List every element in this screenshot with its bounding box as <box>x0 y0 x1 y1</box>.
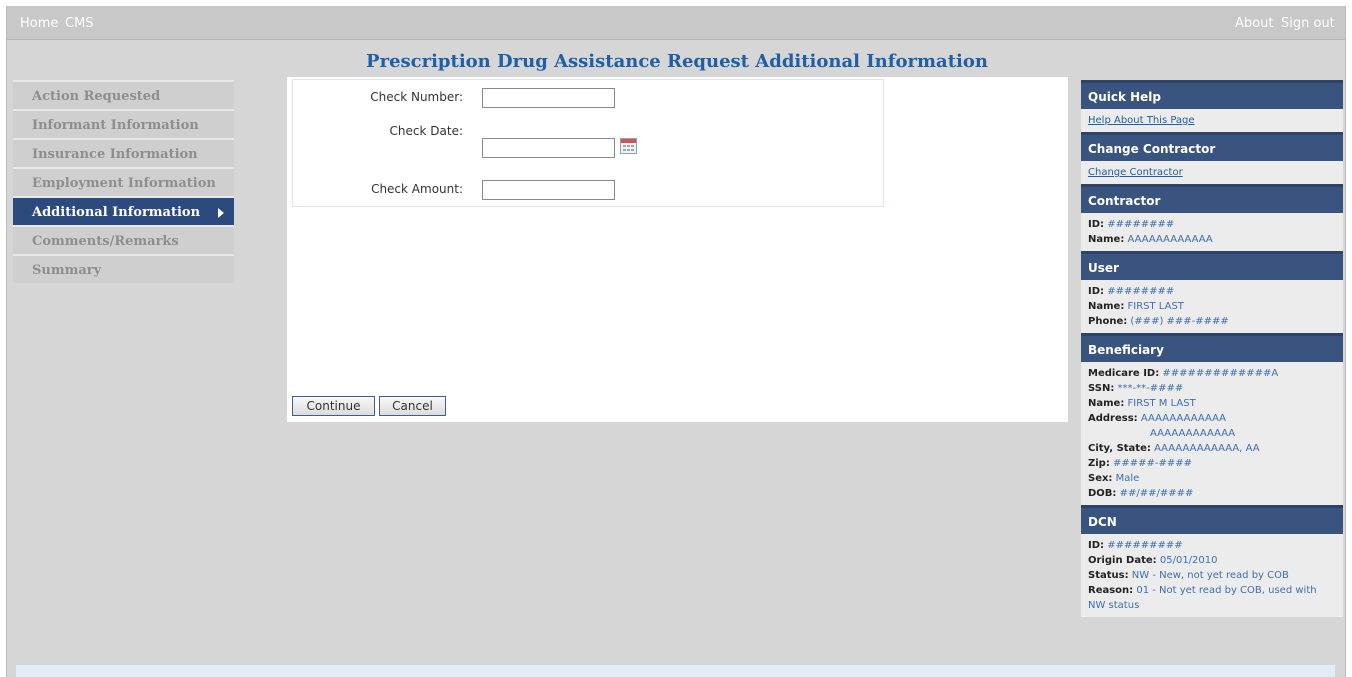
continue-button[interactable]: Continue <box>292 396 375 416</box>
user-id-label: ID: <box>1088 286 1105 297</box>
sidebar-item-summary[interactable]: Summary <box>13 254 234 283</box>
quick-help-header: Quick Help <box>1081 80 1343 109</box>
dcn-id-label: ID: <box>1088 540 1105 551</box>
check-amount-input[interactable] <box>482 180 615 200</box>
address-line1: AAAAAAAAAAAA <box>1140 413 1227 424</box>
sidebar-item-employment-information[interactable]: Employment Information <box>13 167 234 196</box>
user-body: ID: ######## Name: FIRST LAST Phone: (##… <box>1081 280 1343 333</box>
city-state-label: City, State: <box>1088 443 1151 454</box>
sidebar-item-label: Comments/Remarks <box>32 234 179 249</box>
contractor-name-label: Name: <box>1088 234 1125 245</box>
zip: #####-#### <box>1113 458 1193 469</box>
contractor-header: Contractor <box>1081 184 1343 213</box>
quick-help-body: Help About This Page <box>1081 109 1343 132</box>
sidebar-item-label: Action Requested <box>32 89 161 104</box>
address-line2: AAAAAAAAAAAA <box>1150 428 1236 439</box>
sidebar-item-additional-information[interactable]: Additional Information <box>13 196 234 225</box>
medicare-id-label: Medicare ID: <box>1088 368 1160 379</box>
user-header: User <box>1081 251 1343 280</box>
contractor-id-label: ID: <box>1088 219 1105 230</box>
home-link[interactable]: Home <box>20 16 58 31</box>
calendar-icon[interactable] <box>620 138 637 154</box>
additional-info-form: Check Number: Check Date: Check Amount: <box>292 79 884 207</box>
contractor-body: ID: ######## Name: AAAAAAAAAAAA <box>1081 213 1343 251</box>
status-label: Status: <box>1088 570 1129 581</box>
sidebar-nav: Action Requested Informant Information I… <box>13 80 234 283</box>
check-amount-label: Check Amount: <box>371 182 463 196</box>
top-nav-bar: Home CMS About Sign out <box>7 6 1345 40</box>
check-number-label: Check Number: <box>370 90 463 104</box>
dob: ##/##/#### <box>1119 488 1194 499</box>
reason-label: Reason: <box>1088 585 1134 596</box>
dcn-body: ID: ######### Origin Date: 05/01/2010 St… <box>1081 534 1343 617</box>
check-date-label: Check Date: <box>389 124 463 138</box>
cancel-button[interactable]: Cancel <box>379 396 446 416</box>
origin-date-label: Origin Date: <box>1088 555 1157 566</box>
contractor-id: ######## <box>1107 219 1175 230</box>
beneficiary-header: Beneficiary <box>1081 333 1343 362</box>
sidebar-item-informant-information[interactable]: Informant Information <box>13 109 234 138</box>
cms-link[interactable]: CMS <box>65 16 94 31</box>
help-about-page-link[interactable]: Help About This Page <box>1088 115 1195 126</box>
city-state: AAAAAAAAAAAA, AA <box>1154 443 1260 454</box>
address-label: Address: <box>1088 413 1138 424</box>
sidebar-item-label: Insurance Information <box>32 147 198 162</box>
change-contractor-body: Change Contractor <box>1081 161 1343 184</box>
user-id: ######## <box>1107 286 1175 297</box>
app-frame: Home CMS About Sign out Prescription Dru… <box>6 6 1346 677</box>
sidebar-item-comments-remarks[interactable]: Comments/Remarks <box>13 225 234 254</box>
beneficiary-body: Medicare ID: #############A SSN: ***-**-… <box>1081 362 1343 505</box>
medicare-id: #############A <box>1162 368 1279 379</box>
ssn-label: SSN: <box>1088 383 1115 394</box>
origin-date: 05/01/2010 <box>1159 555 1218 566</box>
about-link[interactable]: About <box>1235 16 1273 31</box>
contractor-name: AAAAAAAAAAAA <box>1127 234 1213 245</box>
change-contractor-header: Change Contractor <box>1081 132 1343 161</box>
sidebar-item-action-requested[interactable]: Action Requested <box>13 80 234 109</box>
user-phone: (###) ###-#### <box>1130 316 1229 327</box>
chevron-right-icon <box>218 208 224 218</box>
dcn-id: ######### <box>1107 540 1183 551</box>
check-number-input[interactable] <box>482 88 615 108</box>
sex-label: Sex: <box>1088 473 1113 484</box>
right-panel: Quick Help Help About This Page Change C… <box>1081 80 1343 617</box>
ssn: ***-**-#### <box>1117 383 1184 394</box>
sidebar-item-label: Summary <box>32 263 102 278</box>
main-content: Check Number: Check Date: Check Amount: … <box>287 77 1068 422</box>
sign-out-link[interactable]: Sign out <box>1281 16 1335 31</box>
change-contractor-link[interactable]: Change Contractor <box>1088 167 1183 178</box>
page-title: Prescription Drug Assistance Request Add… <box>366 51 988 72</box>
sidebar-item-insurance-information[interactable]: Insurance Information <box>13 138 234 167</box>
dcn-header: DCN <box>1081 505 1343 534</box>
zip-label: Zip: <box>1088 458 1110 469</box>
user-name: FIRST LAST <box>1127 301 1184 312</box>
beneficiary-name: FIRST M LAST <box>1127 398 1196 409</box>
status-value: NW - New, not yet read by COB <box>1131 570 1289 581</box>
sidebar-item-label: Additional Information <box>32 205 201 220</box>
dob-label: DOB: <box>1088 488 1117 499</box>
check-date-input[interactable] <box>482 138 615 158</box>
sidebar-item-label: Employment Information <box>32 176 216 191</box>
user-phone-label: Phone: <box>1088 316 1128 327</box>
beneficiary-name-label: Name: <box>1088 398 1125 409</box>
footer-strip <box>16 665 1335 677</box>
sex: Male <box>1115 473 1140 484</box>
sidebar-item-label: Informant Information <box>32 118 199 133</box>
user-name-label: Name: <box>1088 301 1125 312</box>
